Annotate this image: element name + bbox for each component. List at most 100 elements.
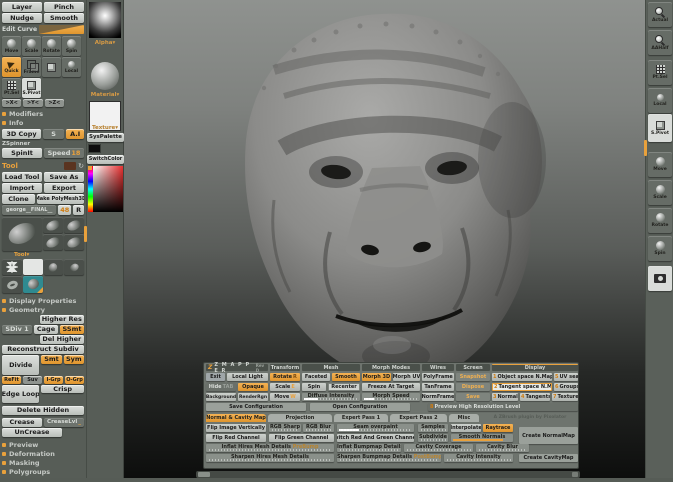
spivot-button-right[interactable]: S.Pivot [648, 114, 672, 142]
switch-red-green-button[interactable]: Switch Red And Green Channels [337, 434, 414, 442]
ptsel-button-right[interactable]: Pt.Sel [648, 60, 672, 85]
cavity-blur-slider[interactable]: Cavity Blur [476, 444, 529, 452]
seam-overpaint-slider[interactable]: Seam overpaint [337, 424, 414, 432]
inflat-hires-slider[interactable]: Inflat Hires Mesh Details PreBump [206, 444, 334, 452]
axis-x-button[interactable]: >X< [2, 99, 21, 107]
scale-mode-button[interactable]: ScaleE [270, 383, 300, 391]
tool-thumbnail[interactable] [43, 234, 63, 250]
recenter-button[interactable]: Recenter [328, 383, 360, 391]
smooth-button[interactable]: Smooth [332, 373, 360, 381]
flip-green-channel-button[interactable]: Flip Green Channel [269, 434, 334, 442]
flip-image-vertically-button[interactable]: Flip Image Vertically [206, 424, 266, 432]
spinit-button[interactable]: SpinIt [2, 148, 42, 158]
make-polymesh-button[interactable]: Make PolyMesh3D [37, 194, 84, 204]
aahalf-button[interactable]: AAHalf [648, 30, 672, 55]
spin-button-right[interactable]: Spin [648, 236, 672, 261]
brush-smooth-button[interactable]: Smooth [44, 13, 84, 23]
hide-button[interactable]: HideTAB [206, 383, 236, 391]
saturation-square[interactable] [93, 166, 123, 212]
polygroups-section-header[interactable]: Polygroups [2, 468, 84, 475]
move-tool[interactable]: Move [2, 36, 21, 56]
spin-tool[interactable]: Spin [62, 36, 81, 56]
tool-res-value[interactable]: 48 [58, 205, 71, 215]
create-cavitymap-button[interactable]: Create CavityMap [519, 454, 578, 462]
flip-red-channel-button[interactable]: Flip Red Channel [206, 434, 266, 442]
preview-section-header[interactable]: Preview [2, 441, 84, 448]
frame-mode-button[interactable]: Frame [22, 57, 41, 77]
display-tangents-button[interactable]: 4Tangents [520, 393, 550, 401]
save-screen-button[interactable]: Save [456, 393, 490, 401]
axis-z-button[interactable]: >Z< [45, 99, 64, 107]
scrollbar-arrow[interactable] [572, 472, 578, 477]
cavity-coverage-slider[interactable]: Cavity Coverage [404, 444, 473, 452]
tool-thumbnail-selected-alpha[interactable] [23, 259, 43, 275]
display-normals-button[interactable]: 3Normals [492, 393, 518, 401]
display-properties-header[interactable]: Display Properties [2, 297, 84, 304]
axis-y-button[interactable]: >Y< [23, 99, 42, 107]
tab-normal-cavity-map[interactable]: Normal & Cavity Map [206, 414, 266, 422]
open-configuration-button[interactable]: Open Configuration [310, 403, 410, 411]
tab-projection[interactable]: Projection [268, 414, 332, 422]
higher-res-button[interactable]: Higher Res [40, 315, 84, 324]
preview-high-res-button[interactable]: 8Preview High Resolution Level [428, 403, 578, 411]
ogrp-button[interactable]: O-Grp [65, 376, 84, 384]
right-scroll-marker[interactable] [644, 140, 647, 156]
normframe-button[interactable]: NormFrame [422, 393, 454, 401]
speed-slider[interactable]: Speed18 [44, 148, 84, 158]
actual-button[interactable]: Actual [648, 2, 672, 27]
syspalette-button[interactable]: SysPalette [87, 133, 124, 142]
scrollbar-handle[interactable] [198, 472, 210, 477]
tab-expert-pass-1[interactable]: Expert Pass 1 [334, 414, 388, 422]
crease-lvl-slider[interactable]: CreaseLvl_ [44, 418, 84, 427]
tab-misc[interactable]: Misc [449, 414, 479, 422]
morph-speed-slider[interactable]: Morph Speed [362, 393, 420, 401]
display-texture-button[interactable]: 7Texture [552, 393, 578, 401]
create-normalmap-button[interactable]: Create NormalMap [519, 427, 578, 444]
current-tool-preview[interactable] [2, 217, 42, 251]
cavity-intensity-slider[interactable]: Cavity Intensity [444, 454, 513, 462]
render-rgn-button[interactable]: RenderRgn [238, 393, 268, 401]
display-uv-seams-button[interactable]: 5UV seams [554, 373, 578, 381]
display-groups-button[interactable]: 6Groups [554, 383, 578, 391]
inflat-bumpmap-slider[interactable]: Inflat Bumpmap Details [337, 444, 401, 452]
color-swatch[interactable] [88, 144, 101, 153]
material-thumbnail[interactable] [91, 62, 119, 90]
save-as-button[interactable]: Save As [44, 172, 84, 182]
refresh-icon[interactable]: ↻ [78, 162, 84, 170]
edit-curve-widget[interactable] [39, 25, 84, 34]
local-light-button[interactable]: Local Light [227, 373, 268, 381]
refit-button[interactable]: ReFit [2, 376, 21, 384]
tool-thumbnail[interactable] [64, 217, 84, 233]
bottom-scrollbar[interactable] [196, 471, 580, 478]
import-button[interactable]: Import [2, 183, 42, 193]
tool-thumbnail-ring[interactable] [2, 276, 22, 293]
background-button[interactable]: Background [206, 393, 236, 401]
texture-label[interactable]: Texture▾ [87, 125, 123, 131]
brush-layer-button[interactable]: Layer [2, 2, 42, 12]
modifiers-section-header[interactable]: Modifiers [2, 110, 84, 117]
morph-uv-button[interactable]: Morph UV [393, 373, 420, 381]
cube-mode-button[interactable] [42, 57, 61, 77]
rgb-sharp-slider[interactable]: RGB Sharp [269, 424, 301, 432]
diffuse-intensity-slider[interactable]: Diffuse Intensity [302, 393, 360, 401]
move-button-right[interactable]: Move [648, 152, 672, 177]
suv-button[interactable]: Suv [23, 376, 42, 384]
cage-button[interactable]: Cage [34, 325, 58, 334]
scale-tool[interactable]: Scale [22, 36, 41, 56]
crease-button[interactable]: Crease [2, 418, 42, 427]
deformation-section-header[interactable]: Deformation [2, 450, 84, 457]
export-button[interactable]: Export [44, 183, 84, 193]
tool-thumbnail[interactable] [64, 259, 84, 275]
material-label[interactable]: Material▾ [87, 92, 123, 98]
edge-loop-button[interactable]: Edge Loop [2, 385, 39, 403]
sdiv-slider[interactable]: SDiv 1 [2, 325, 32, 334]
rgb-blur-slider[interactable]: RGB Blur [303, 424, 334, 432]
tool-section-header[interactable]: Tool [2, 162, 18, 170]
smt-button[interactable]: Smt [41, 355, 61, 364]
display-object-nmap-button[interactable]: 1Object space N.Map [492, 373, 552, 381]
color-picker[interactable] [88, 166, 123, 212]
tool-r-button[interactable]: R [73, 205, 84, 215]
rotate-mode-button[interactable]: RotateR [270, 373, 300, 381]
ssmt-button[interactable]: SSmt [60, 325, 84, 334]
tool-thumbnail-active[interactable] [23, 276, 43, 293]
